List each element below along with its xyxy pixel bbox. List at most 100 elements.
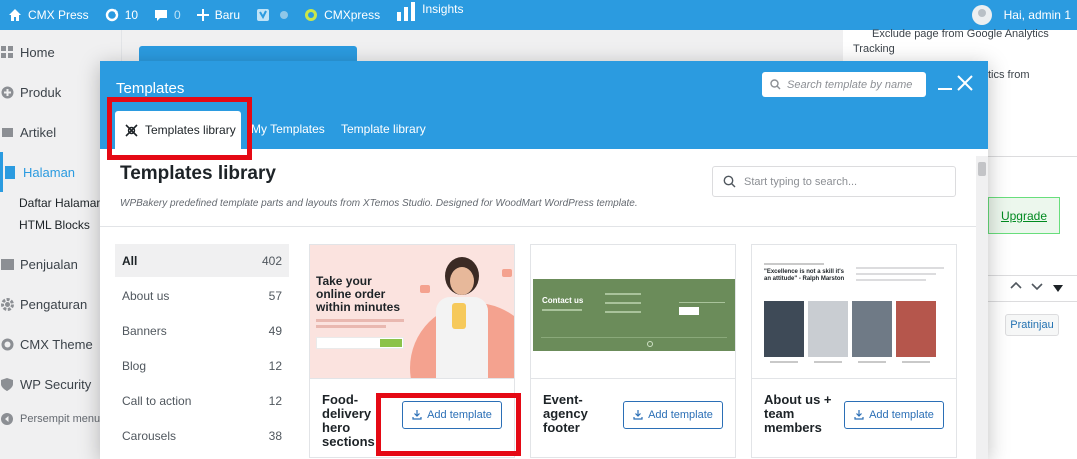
template-thumbnail-team[interactable]: "Excellence is not a skill it's an attit… bbox=[752, 245, 956, 379]
greeting-text: Hai, admin 1 bbox=[1003, 8, 1071, 22]
category-banners[interactable]: Banners 49 bbox=[115, 314, 289, 347]
highlight-box-add-template-button bbox=[376, 393, 521, 456]
updates-menu[interactable]: 10 bbox=[97, 0, 146, 30]
template-card: Contact us Event-agency footer Add templ… bbox=[530, 244, 736, 458]
site-menu[interactable]: CMX Press bbox=[0, 0, 97, 30]
add-template-label: Add template bbox=[648, 409, 713, 421]
cmx-icon bbox=[0, 337, 14, 351]
sidebar-item-label: Home bbox=[20, 44, 55, 60]
add-template-button[interactable]: Add template bbox=[623, 401, 723, 429]
thumb-headline: Take your online order within minutes bbox=[316, 274, 400, 314]
thumb-team-photo bbox=[764, 301, 804, 357]
upgrade-box: Upgrade bbox=[988, 197, 1060, 234]
page-icon bbox=[3, 165, 17, 179]
thumb-person-face bbox=[450, 267, 474, 295]
thumb-team-photo bbox=[808, 301, 848, 357]
thumb-text-line bbox=[764, 263, 824, 265]
admin-bar: CMX Press 10 0 Baru CMXpress Insights Ha… bbox=[0, 0, 1077, 30]
caret-down-icon[interactable] bbox=[1053, 282, 1063, 296]
thumb-drink bbox=[452, 303, 466, 329]
library-title: Templates library bbox=[120, 163, 276, 184]
category-all[interactable]: All 402 bbox=[115, 244, 289, 277]
cmxpress-menu[interactable]: CMXpress bbox=[296, 0, 388, 30]
upgrade-link[interactable]: Upgrade bbox=[1001, 209, 1047, 223]
category-call-to-action[interactable]: Call to action 12 bbox=[115, 384, 289, 417]
subitem-label: HTML Blocks bbox=[19, 218, 90, 232]
site-name: CMX Press bbox=[28, 8, 89, 22]
thumb-text-line bbox=[316, 325, 386, 328]
thumb-team-photo bbox=[896, 301, 936, 357]
sidebar-item-label: CMX Theme bbox=[20, 336, 93, 352]
preview-button[interactable]: Pratinjau bbox=[1005, 314, 1059, 336]
template-title: Food-delivery hero sections bbox=[322, 392, 375, 449]
tab-template-library[interactable]: Template library bbox=[341, 122, 426, 136]
chevron-up-icon[interactable] bbox=[1010, 280, 1022, 295]
category-name: About us bbox=[122, 288, 170, 303]
search-placeholder: Search template by name bbox=[787, 78, 913, 91]
thumb-text-line bbox=[856, 279, 926, 281]
exclude-text-2: Tracking bbox=[853, 43, 895, 55]
thumb-team-photo bbox=[852, 301, 892, 357]
comment-icon bbox=[155, 10, 168, 21]
category-name: Call to action bbox=[122, 393, 192, 408]
category-name: Carousels bbox=[122, 428, 177, 443]
thumb-text-line bbox=[770, 361, 798, 363]
thumb-text-line bbox=[316, 319, 404, 322]
category-name: Banners bbox=[122, 323, 167, 338]
tab-my-templates[interactable]: My Templates bbox=[251, 122, 325, 136]
category-count: 402 bbox=[261, 253, 282, 268]
sidebar-item-label: Halaman bbox=[23, 164, 76, 180]
search-icon bbox=[723, 175, 736, 188]
category-name: All bbox=[122, 253, 138, 268]
add-template-button[interactable]: Add template bbox=[844, 401, 944, 429]
search-icon bbox=[770, 79, 781, 90]
sidebar-item-label: WP Security bbox=[20, 376, 92, 392]
library-search-input[interactable]: Start typing to search... bbox=[712, 166, 956, 197]
template-card: "Excellence is not a skill it's an attit… bbox=[751, 244, 957, 458]
category-blog[interactable]: Blog 12 bbox=[115, 349, 289, 382]
template-thumbnail-food[interactable]: Take your online order within minutes bbox=[310, 245, 514, 379]
thumb-quote: "Excellence is not a skill it's an attit… bbox=[764, 269, 845, 282]
dashboard-icon bbox=[0, 45, 14, 59]
collapse-label: Persempit menu bbox=[20, 413, 101, 425]
category-about-us[interactable]: About us 57 bbox=[115, 279, 289, 312]
exclude-text-1: Exclude page from Google Analytics bbox=[872, 28, 1049, 40]
thumb-text-line bbox=[902, 361, 930, 363]
thumb-text-line bbox=[814, 361, 842, 363]
new-menu[interactable]: Baru bbox=[189, 0, 248, 30]
library-search-placeholder: Start typing to search... bbox=[744, 175, 858, 188]
insights-menu[interactable]: Insights bbox=[388, 0, 471, 30]
template-search-input[interactable]: Search template by name bbox=[762, 72, 926, 97]
chevron-down-icon[interactable] bbox=[1031, 280, 1043, 295]
category-count: 57 bbox=[268, 288, 282, 303]
minimize-icon[interactable] bbox=[938, 88, 952, 90]
template-thumbnail-event-footer[interactable]: Contact us bbox=[531, 245, 735, 379]
gear-icon bbox=[0, 297, 14, 311]
subitem-label: Daftar Halaman bbox=[19, 196, 104, 210]
account-menu[interactable]: Hai, admin 1 bbox=[971, 0, 1071, 30]
highlight-box-templates-library-tab bbox=[107, 97, 252, 160]
scrollbar-thumb[interactable] bbox=[978, 162, 986, 176]
sidebar-item-label: Penjualan bbox=[20, 256, 78, 272]
download-icon bbox=[633, 410, 643, 420]
comments-menu[interactable]: 0 bbox=[146, 0, 189, 30]
thumb-text-line bbox=[542, 309, 582, 311]
sidebar-item-label: Produk bbox=[20, 84, 62, 100]
scrollbar[interactable] bbox=[976, 156, 988, 459]
yoast-menu[interactable] bbox=[248, 0, 296, 30]
category-count: 12 bbox=[268, 358, 282, 373]
modal-title: Templates bbox=[116, 80, 185, 97]
category-count: 38 bbox=[268, 428, 282, 443]
yoast-icon bbox=[257, 9, 270, 21]
template-title: Event-agency footer bbox=[543, 392, 588, 435]
divider bbox=[100, 226, 978, 227]
updates-count: 10 bbox=[124, 8, 139, 22]
shield-icon bbox=[0, 377, 14, 391]
analytics-text: tics from bbox=[988, 69, 1030, 81]
close-icon[interactable] bbox=[956, 74, 974, 92]
new-label: Baru bbox=[214, 8, 241, 22]
category-carousels[interactable]: Carousels 38 bbox=[115, 419, 289, 452]
chart-icon bbox=[0, 257, 14, 271]
thumb-footer-panel: Contact us bbox=[533, 279, 735, 351]
download-icon bbox=[854, 410, 864, 420]
